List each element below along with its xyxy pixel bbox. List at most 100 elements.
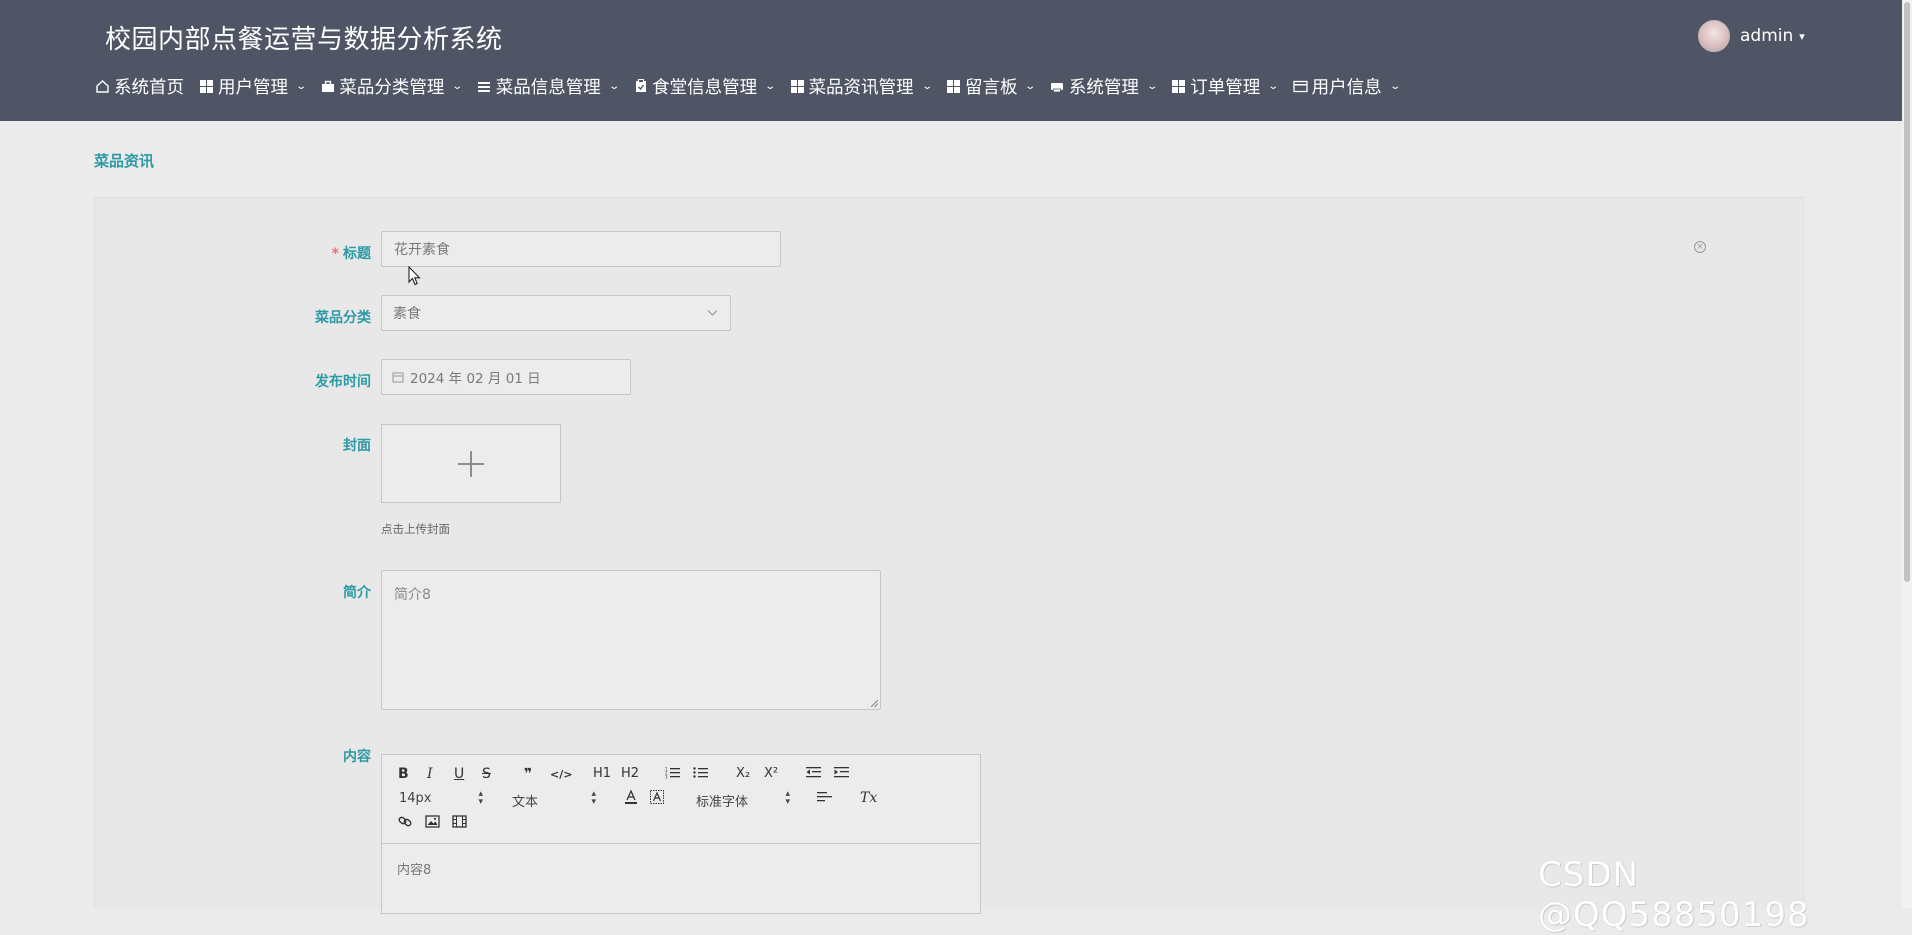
chevron-down-icon: ⌄ [764, 80, 777, 92]
main-nav: 系统首页 用户管理 ⌄ 菜品分类管理 ⌄ 菜品信息管理 ⌄ 食堂信息管理 ⌄ 菜… [95, 71, 1414, 101]
nav-label: 留言板 [964, 77, 1018, 98]
updown-arrows-icon: ▴ ▾ [591, 789, 596, 807]
mouse-cursor-icon [408, 265, 422, 290]
header-select-value: 文本 [512, 795, 539, 810]
scrollbar-thumb[interactable] [1904, 2, 1910, 582]
video-button[interactable] [452, 815, 467, 832]
user-name[interactable]: admin [1740, 26, 1793, 46]
title-label: * 标题 [332, 243, 371, 263]
content-label: 内容 [343, 749, 371, 765]
nav-label: 菜品资讯管理 [808, 77, 914, 98]
chevron-down-icon: ⌄ [451, 80, 464, 92]
ordered-list-icon: 123 [665, 767, 680, 780]
nav-label: 用户管理 [218, 77, 288, 98]
upload-tip: 点击上传封面 [381, 522, 450, 536]
chevron-down-icon: ⌄ [920, 80, 933, 92]
indent-icon [834, 767, 849, 778]
bullet-list-button[interactable] [693, 766, 708, 783]
indent-button[interactable] [834, 766, 849, 783]
bullet-list-icon [693, 767, 708, 778]
quote-button[interactable]: ❞ [524, 766, 532, 782]
nav-item-message-board[interactable]: 留言板 ⌄ [946, 74, 1037, 99]
chevron-down-icon: ⌄ [1024, 80, 1037, 92]
nav-item-dish-category[interactable]: 菜品分类管理 ⌄ [320, 74, 464, 99]
app-title: 校园内部点餐运营与数据分析系统 [105, 25, 503, 55]
chevron-down-icon: ⌄ [1267, 80, 1280, 92]
grid-icon [1171, 79, 1186, 94]
title-input[interactable]: 花开素食 [381, 231, 781, 267]
top-header: 校园内部点餐运营与数据分析系统 admin ▾ 系统首页 用户管理 ⌄ 菜品分类… [0, 0, 1902, 121]
avatar[interactable] [1698, 20, 1730, 52]
background-color-icon [650, 790, 664, 804]
required-mark: * [331, 246, 339, 262]
title-label-text: 标题 [343, 246, 371, 262]
header-select[interactable]: 文本 ▴ ▾ [512, 789, 596, 811]
nav-item-dish-news[interactable]: 菜品资讯管理 ⌄ [790, 74, 933, 99]
grid-icon [946, 79, 961, 94]
grid-icon [199, 79, 214, 94]
rich-text-editor[interactable]: B I U S ❞ </> H1 H2 123 X₂ X² 14px ▴ ▾ 文本… [381, 754, 981, 914]
h1-button[interactable]: H1 [593, 766, 611, 782]
font-size-select[interactable]: 14px ▴ ▾ [399, 789, 483, 807]
caret-down-icon[interactable]: ▾ [1799, 30, 1805, 43]
home-icon [95, 79, 110, 94]
clipboard-icon [633, 79, 648, 94]
page-scrollbar[interactable] [1902, 0, 1912, 908]
resize-handle[interactable] [871, 700, 878, 707]
summary-value: 简介8 [394, 587, 431, 603]
date-value: 2024 年 02 月 01 日 [410, 371, 541, 387]
h2-button[interactable]: H2 [621, 766, 639, 782]
nav-label: 系统管理 [1068, 77, 1139, 98]
calendar-icon [392, 371, 404, 383]
align-button[interactable] [817, 791, 832, 808]
chevron-down-icon: ⌄ [1388, 80, 1401, 92]
link-button[interactable] [398, 815, 413, 832]
outdent-button[interactable] [806, 766, 821, 783]
ordered-list-button[interactable]: 123 [665, 766, 680, 783]
category-label: 菜品分类 [315, 310, 371, 326]
image-button[interactable] [425, 815, 440, 832]
font-family-select[interactable]: 标准字体 ▴ ▾ [696, 789, 790, 811]
align-left-icon [817, 792, 832, 802]
updown-arrows-icon: ▴ ▾ [478, 789, 483, 807]
editor-toolbar: B I U S ❞ </> H1 H2 123 X₂ X² 14px ▴ ▾ 文本… [382, 755, 980, 844]
superscript-button[interactable]: X² [764, 766, 778, 782]
underline-button[interactable]: U [454, 766, 464, 782]
chevron-down-icon [707, 305, 718, 321]
close-icon[interactable]: × [1694, 241, 1706, 253]
strike-button[interactable]: S [482, 766, 491, 782]
subscript-button[interactable]: X₂ [736, 766, 750, 782]
date-picker[interactable]: 2024 年 02 月 01 日 [381, 359, 631, 395]
title-input-value: 花开素食 [394, 242, 450, 258]
date-label: 发布时间 [315, 374, 371, 390]
link-icon [398, 816, 412, 827]
updown-arrows-icon: ▴ ▾ [785, 789, 790, 807]
cover-upload[interactable] [381, 424, 561, 503]
bold-button[interactable]: B [398, 766, 409, 782]
font-color-icon [625, 789, 637, 804]
summary-textarea[interactable]: 简介8 [381, 570, 881, 710]
editor-content[interactable]: 内容8 [397, 859, 431, 878]
nav-item-canteen-info[interactable]: 食堂信息管理 ⌄ [633, 74, 777, 99]
category-select[interactable]: 素食 [381, 295, 731, 331]
font-color-button[interactable] [624, 789, 638, 809]
font-size-value: 14px [399, 791, 432, 806]
nav-item-user-management[interactable]: 用户管理 ⌄ [199, 74, 307, 99]
nav-label: 订单管理 [1190, 77, 1261, 98]
nav-item-dish-info[interactable]: 菜品信息管理 ⌄ [477, 74, 620, 99]
background-color-button[interactable] [650, 790, 664, 809]
image-icon [425, 815, 440, 828]
briefcase-icon [320, 79, 335, 94]
list-icon [477, 79, 492, 94]
nav-item-system-management[interactable]: 系统管理 ⌄ [1050, 74, 1158, 99]
clear-format-button[interactable]: Tx [860, 790, 877, 806]
nav-item-user-info[interactable]: 用户信息 ⌄ [1292, 74, 1401, 99]
code-button[interactable]: </> [550, 767, 572, 783]
nav-item-order-management[interactable]: 订单管理 ⌄ [1171, 74, 1280, 99]
italic-button[interactable]: I [427, 766, 433, 782]
nav-item-home[interactable]: 系统首页 [95, 74, 184, 99]
printer-icon [1050, 79, 1065, 94]
outdent-icon [806, 767, 821, 778]
user-menu[interactable]: admin ▾ [1698, 20, 1805, 52]
category-select-value: 素食 [393, 306, 421, 322]
